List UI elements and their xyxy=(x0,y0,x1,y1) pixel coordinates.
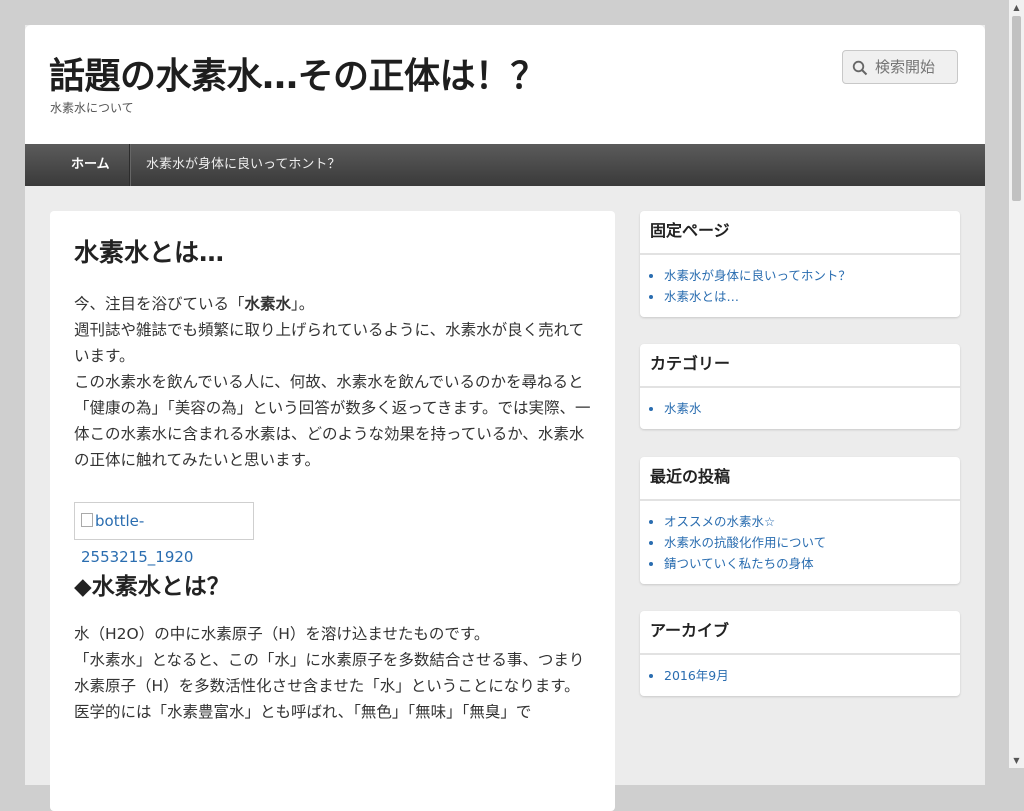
recent-post-link[interactable]: 錆ついていく私たちの身体 xyxy=(664,553,960,574)
site-description: 水素水について xyxy=(50,101,134,115)
image-alt-text: bottle-2553215_1920 xyxy=(81,512,194,566)
widget-fixed-pages: 固定ページ 水素水が身体に良いってホント？ 水素水とは… xyxy=(640,211,960,317)
search-input[interactable] xyxy=(875,57,955,77)
nav-item-home[interactable]: ホーム xyxy=(71,144,110,186)
scroll-up-icon[interactable]: ▲ xyxy=(1009,0,1024,15)
category-link[interactable]: 水素水 xyxy=(664,398,960,419)
search-box[interactable] xyxy=(842,50,958,84)
article-intro: 今、注目を浴びている「水素水」。 週刊誌や雑誌でも頻繁に取り上げられているように… xyxy=(74,291,594,473)
recent-post-link[interactable]: 水素水の抗酸化作用について xyxy=(664,532,960,553)
p1-suffix: 」。 xyxy=(291,295,315,313)
recent-post-link[interactable]: オススメの水素水☆ xyxy=(664,511,960,532)
paragraph-6: 水素原子（H）を多数活性化させ含ませた「水」ということになります。 xyxy=(74,677,580,695)
paragraph-7: 医学的には「水素豊富水」とも呼ばれ、「無色」「無味」「無臭」で xyxy=(74,703,532,721)
widget-title: アーカイブ xyxy=(640,611,960,655)
scroll-down-icon[interactable]: ▼ xyxy=(1009,753,1024,768)
paragraph-2: 週刊誌や雑誌でも頻繁に取り上げられているように、水素水が良く売れています。 xyxy=(74,321,585,365)
article-section-body: 水（H2O）の中に水素原子（H）を溶け込ませたものです。 「水素水」となると、こ… xyxy=(74,621,594,725)
paragraph-3: この水素水を飲んでいる人に、何故、水素水を飲んでいるのかを尋ねると「健康の為」「… xyxy=(74,373,591,469)
widget-title: カテゴリー xyxy=(640,344,960,388)
site-header: 話題の水素水…その正体は！？ 水素水について xyxy=(25,25,985,144)
widget-recent-posts: 最近の投稿 オススメの水素水☆ 水素水の抗酸化作用について 錆ついていく私たちの… xyxy=(640,457,960,584)
fixed-page-link[interactable]: 水素水が身体に良いってホント？ xyxy=(664,265,960,286)
paragraph-5: 「水素水」となると、この「水」に水素原子を多数結合させる事、つまり xyxy=(74,651,585,669)
widget-archives: アーカイブ 2016年9月 xyxy=(640,611,960,696)
main-nav: ホーム 水素水が身体に良いってホント？ xyxy=(25,144,985,186)
search-icon xyxy=(852,60,868,76)
paragraph-1: 今、注目を浴びている「水素水」。 xyxy=(74,291,594,317)
nav-separator xyxy=(129,144,131,186)
page: 話題の水素水…その正体は！？ 水素水について ホーム 水素水が身体に良いってホン… xyxy=(25,25,985,811)
article-image[interactable]: bottle-2553215_1920 xyxy=(74,502,254,566)
section-heading: ◆水素水とは？ xyxy=(74,574,230,600)
archive-link[interactable]: 2016年9月 xyxy=(664,665,960,686)
scrollbar[interactable]: ▲ ▼ xyxy=(1009,0,1024,768)
article: 水素水とは… 今、注目を浴びている「水素水」。 週刊誌や雑誌でも頻繁に取り上げら… xyxy=(50,211,615,811)
widget-title: 固定ページ xyxy=(640,211,960,255)
widget-title: 最近の投稿 xyxy=(640,457,960,501)
widget-categories: カテゴリー 水素水 xyxy=(640,344,960,429)
article-title: 水素水とは… xyxy=(74,238,225,267)
p1-prefix: 今、注目を浴びている「 xyxy=(74,295,245,313)
nav-item-hydrogen-health[interactable]: 水素水が身体に良いってホント？ xyxy=(146,144,340,186)
p1-bold: 水素水 xyxy=(244,295,292,313)
paragraph-4: 水（H2O）の中に水素原子（H）を溶け込ませたものです。 xyxy=(74,625,490,643)
scrollbar-thumb[interactable] xyxy=(1012,16,1021,201)
site-title[interactable]: 話題の水素水…その正体は！？ xyxy=(49,47,547,99)
fixed-page-link[interactable]: 水素水とは… xyxy=(664,286,960,307)
broken-image-icon xyxy=(81,513,93,527)
